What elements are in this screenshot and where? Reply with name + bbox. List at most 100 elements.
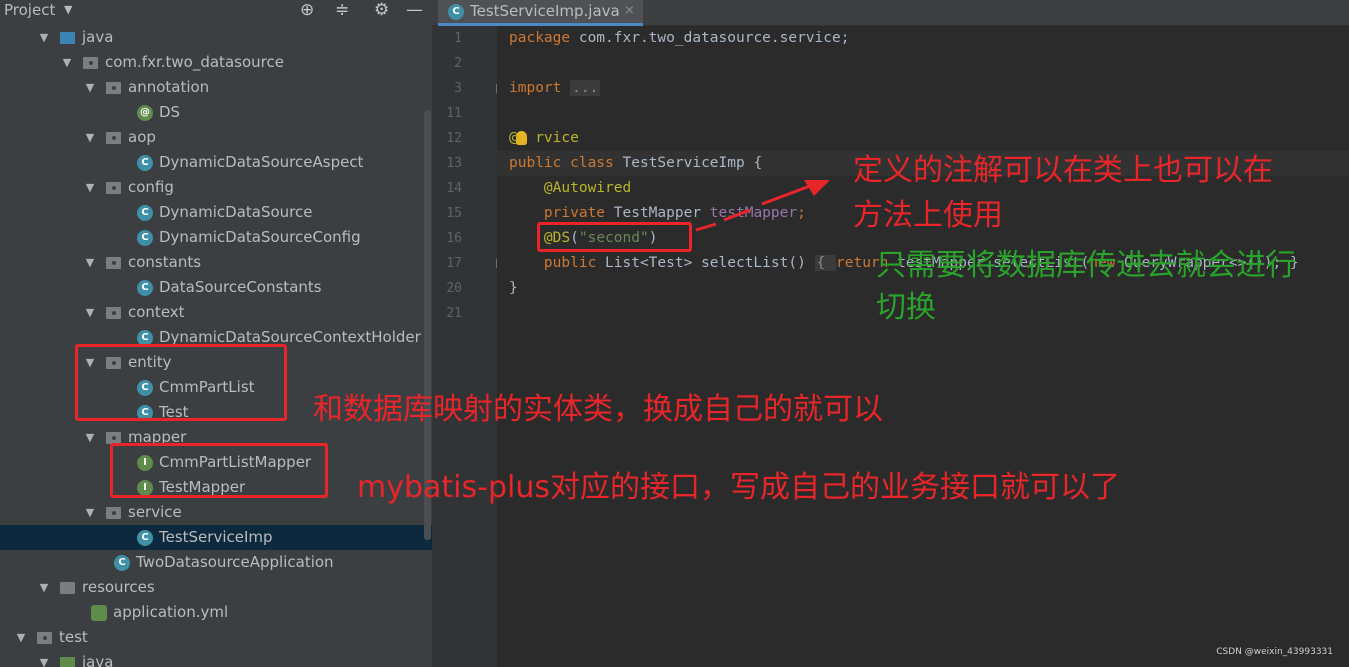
- expand-arrow-icon[interactable]: ▼: [38, 575, 50, 600]
- annotation-note-green-line1: 只需要将数据库传进去就会进行: [876, 248, 1296, 283]
- expand-arrow-icon[interactable]: ▼: [84, 500, 96, 525]
- code-token: @Autowired: [543, 180, 632, 196]
- line-number: 21: [446, 306, 462, 321]
- code-token: private: [543, 205, 614, 221]
- package-icon: [106, 132, 121, 144]
- expand-arrow-icon[interactable]: ▼: [15, 625, 27, 650]
- class-icon: C: [137, 230, 153, 246]
- project-panel: Project ▼ ⊕ ≑ ⚙ — ▼ java ▼ com.fxr.two_data…: [0, 0, 432, 667]
- code-line[interactable]: @ rvice: [509, 126, 579, 151]
- tree-item-label: config: [128, 178, 174, 196]
- gear-icon[interactable]: ⚙: [374, 0, 389, 20]
- tree-item-label: DS: [159, 103, 181, 121]
- code-editor[interactable]: [497, 26, 1349, 667]
- tree-item[interactable]: ▼ test: [0, 625, 432, 650]
- tree-item-label: test: [59, 628, 88, 646]
- code-token: public: [543, 255, 606, 271]
- code-line[interactable]: @Autowired: [509, 176, 631, 201]
- yml-icon: [91, 605, 107, 621]
- tree-item-label: annotation: [128, 78, 210, 96]
- locate-icon[interactable]: ⊕: [300, 0, 314, 20]
- class-icon: C: [137, 205, 153, 221]
- code-token: ...: [570, 80, 601, 96]
- package-icon: [106, 82, 121, 94]
- expand-arrow-icon[interactable]: ▼: [84, 300, 96, 325]
- tree-item-label: service: [128, 503, 182, 521]
- annotation-box-ds: [537, 222, 692, 252]
- annotation-box-entity: [75, 344, 287, 421]
- line-number: 20: [446, 281, 462, 296]
- collapse-all-icon[interactable]: ≑: [335, 0, 349, 20]
- line-number: 12: [446, 131, 462, 146]
- tree-item[interactable]: ▼ context: [0, 300, 432, 325]
- annotation-note-mapper: mybatis-plus对应的接口，写成自己的业务接口就可以了: [357, 470, 1120, 505]
- code-token: public class: [509, 155, 623, 171]
- expand-arrow-icon[interactable]: ▼: [84, 425, 96, 450]
- code-token: TestServiceImp {: [622, 155, 763, 171]
- tree-item[interactable]: ▼ constants: [0, 250, 432, 275]
- package-icon: [106, 307, 121, 319]
- folder-icon: [37, 632, 52, 644]
- tree-item[interactable]: ▼ resources: [0, 575, 432, 600]
- expand-arrow-icon[interactable]: ▼: [84, 125, 96, 150]
- line-number: 17: [446, 256, 462, 271]
- code-line[interactable]: public class TestServiceImp {: [509, 151, 762, 176]
- expand-arrow-icon[interactable]: ▼: [84, 75, 96, 100]
- annotation-arrow: [695, 180, 830, 232]
- code-token: {: [814, 255, 837, 271]
- tree-item[interactable]: ▼ aop: [0, 125, 432, 150]
- package-icon: [106, 182, 121, 194]
- annotation-box-mapper: [110, 443, 328, 498]
- expand-arrow-icon[interactable]: ▼: [38, 25, 50, 50]
- tree-item-label: DynamicDataSourceAspect: [159, 153, 364, 171]
- code-token: List<Test> selectList(): [605, 255, 815, 271]
- tree-item[interactable]: C DataSourceConstants: [0, 275, 432, 300]
- tree-item-label: application.yml: [113, 603, 229, 621]
- line-number: 15: [446, 206, 462, 221]
- code-line[interactable]: package com.fxr.two_datasource.service;: [509, 26, 849, 51]
- tree-item-label: com.fxr.two_datasource: [105, 53, 284, 71]
- tree-item-label: constants: [128, 253, 202, 271]
- line-number: 11: [446, 106, 462, 121]
- tree-item[interactable]: ▼ config: [0, 175, 432, 200]
- tree-item-label: TestServiceImp: [159, 528, 273, 546]
- expand-arrow-icon[interactable]: ▼: [84, 175, 96, 200]
- hide-panel-icon[interactable]: —: [406, 0, 423, 20]
- annotation-note-ds-line2: 方法上使用: [853, 198, 1003, 233]
- tree-item-label: DynamicDataSource: [159, 203, 313, 221]
- code-token: rvice: [517, 130, 579, 146]
- tree-item[interactable]: ▼ com.fxr.two_datasource: [0, 50, 432, 75]
- tab-testserviceimp[interactable]: C TestServiceImp.java ×: [438, 0, 643, 26]
- code-token: package: [509, 30, 579, 46]
- tree-item[interactable]: C DynamicDataSource: [0, 200, 432, 225]
- tree-item[interactable]: C TestServiceImp: [0, 525, 432, 550]
- tree-item-label: java: [82, 28, 114, 46]
- line-number: 14: [446, 181, 462, 196]
- expand-arrow-icon[interactable]: ▼: [61, 50, 73, 75]
- tree-item[interactable]: C TwoDatasourceApplication: [0, 550, 432, 575]
- package-icon: [83, 57, 98, 69]
- class-icon: C: [448, 4, 464, 20]
- tree-item[interactable]: @ DS: [0, 100, 432, 125]
- project-panel-header: Project ▼ ⊕ ≑ ⚙ —: [0, 0, 432, 22]
- project-view-selector[interactable]: Project: [4, 0, 55, 20]
- chevron-down-icon[interactable]: ▼: [64, 0, 72, 20]
- tree-item[interactable]: ▼ annotation: [0, 75, 432, 100]
- tree-item-label: context: [128, 303, 185, 321]
- code-line[interactable]: }: [509, 276, 518, 301]
- class-icon: C: [137, 280, 153, 296]
- tree-item[interactable]: C DynamicDataSourceConfig: [0, 225, 432, 250]
- tree-item[interactable]: ▼ java: [0, 25, 432, 50]
- expand-arrow-icon[interactable]: ▼: [84, 250, 96, 275]
- tree-item[interactable]: C DynamicDataSourceAspect: [0, 150, 432, 175]
- tree-item[interactable]: application.yml: [0, 600, 432, 625]
- tree-item-label: aop: [128, 128, 156, 146]
- annotation-note-green-line2: 切换: [876, 290, 936, 325]
- expand-arrow-icon[interactable]: ▼: [38, 650, 50, 667]
- code-line[interactable]: import ...: [509, 76, 601, 101]
- tree-item[interactable]: ▼ java: [0, 650, 432, 667]
- close-icon[interactable]: ×: [624, 0, 635, 22]
- tree-item-label: resources: [82, 578, 155, 596]
